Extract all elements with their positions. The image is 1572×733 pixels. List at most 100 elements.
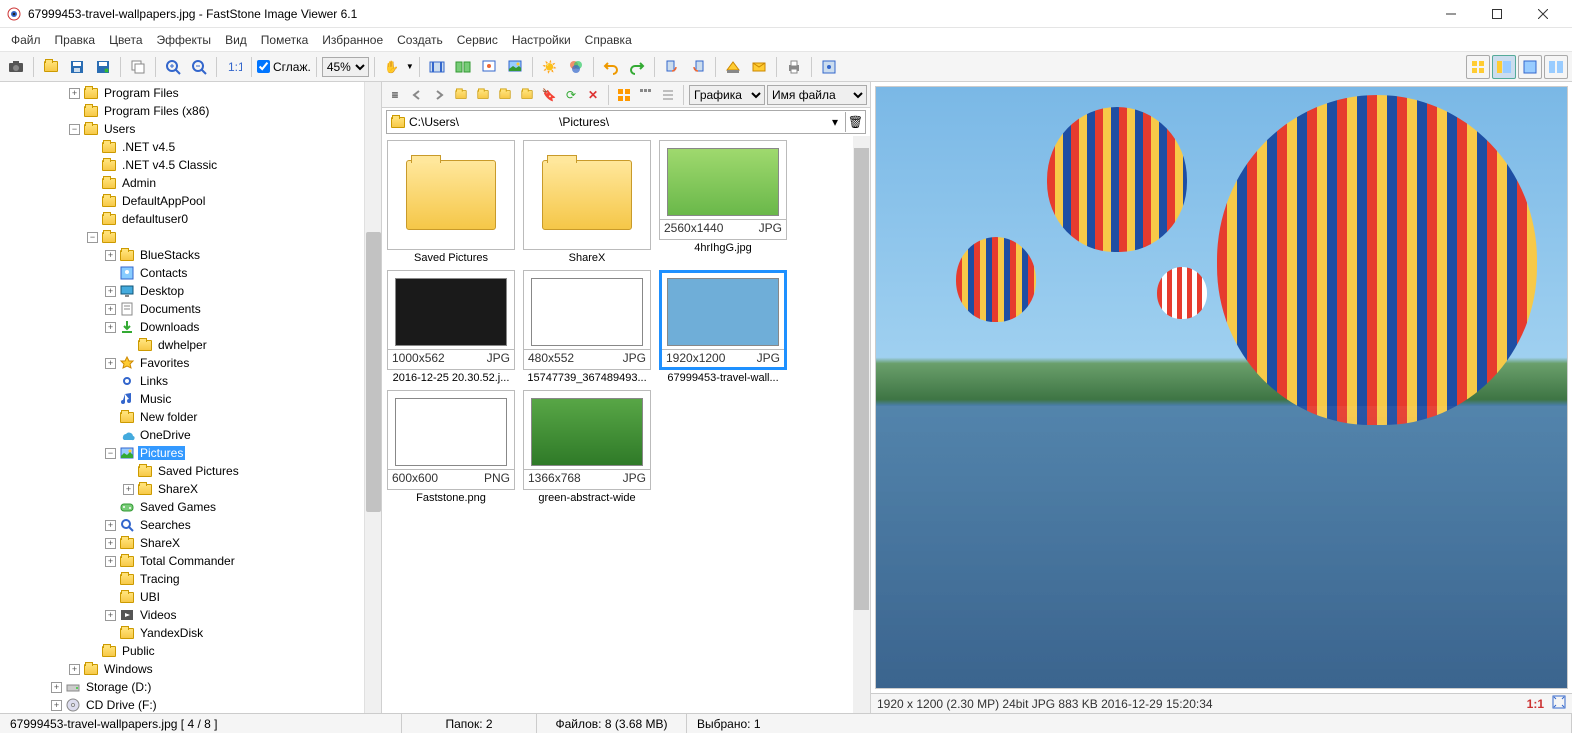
menu-избранное[interactable]: Избранное <box>315 30 390 50</box>
thumbnail-card[interactable]: ShareX <box>522 140 652 264</box>
thumbnail-card[interactable]: 600x600PNGFaststone.png <box>386 390 516 504</box>
effects-icon[interactable]: ☀️ <box>538 55 562 79</box>
rotate-left-icon[interactable] <box>660 55 684 79</box>
delete-icon[interactable]: ✕ <box>583 85 603 105</box>
open-icon[interactable] <box>39 55 63 79</box>
fit-icon[interactable] <box>1552 695 1566 712</box>
tree-node[interactable]: UBI <box>0 588 381 606</box>
slideshow-icon[interactable] <box>425 55 449 79</box>
thumbnail-card[interactable]: 1366x768JPGgreen-abstract-wide <box>522 390 652 504</box>
tree-scrollbar[interactable] <box>364 82 381 713</box>
menu-сервис[interactable]: Сервис <box>450 30 505 50</box>
menu-справка[interactable]: Справка <box>578 30 639 50</box>
tree-node[interactable]: Public <box>0 642 381 660</box>
folder-up-icon[interactable] <box>451 85 471 105</box>
preview-image[interactable] <box>875 86 1568 689</box>
tree-node[interactable]: New folder <box>0 408 381 426</box>
tree-node[interactable]: YandexDisk <box>0 624 381 642</box>
tree-node[interactable]: +Favorites <box>0 354 381 372</box>
tree-node[interactable]: +Videos <box>0 606 381 624</box>
tree-node[interactable]: Contacts <box>0 264 381 282</box>
thumbs-scrollbar[interactable] <box>853 136 870 713</box>
path-dropdown-icon[interactable]: ▾ <box>825 112 845 132</box>
tree-node[interactable]: Admin <box>0 174 381 192</box>
tree-node[interactable]: Saved Pictures <box>0 462 381 480</box>
ratio-label[interactable]: 1:1 <box>1527 697 1544 711</box>
menu-пометка[interactable]: Пометка <box>254 30 316 50</box>
copy-icon[interactable] <box>126 55 150 79</box>
tree-node[interactable]: +ShareX <box>0 534 381 552</box>
settings-icon[interactable] <box>817 55 841 79</box>
tree-node[interactable]: +Program Files <box>0 84 381 102</box>
close-button[interactable] <box>1520 0 1566 28</box>
tree-node[interactable]: Program Files (x86) <box>0 102 381 120</box>
thumbnail-card[interactable]: 1000x562JPG2016-12-25 20.30.52.j... <box>386 270 516 384</box>
acquire-icon[interactable] <box>4 55 28 79</box>
tree-node[interactable]: −Users <box>0 120 381 138</box>
tag-icon[interactable]: 🔖 <box>539 85 559 105</box>
view-full-icon[interactable] <box>1518 55 1542 79</box>
tree-node[interactable]: +Total Commander <box>0 552 381 570</box>
tree-node[interactable]: OneDrive <box>0 426 381 444</box>
nav-forward-icon[interactable] <box>429 85 449 105</box>
zoom-out-icon[interactable] <box>187 55 211 79</box>
save-icon[interactable] <box>65 55 89 79</box>
zoom-select[interactable]: 45% <box>322 57 369 77</box>
tree-node[interactable]: Saved Games <box>0 498 381 516</box>
tree-node[interactable]: +Documents <box>0 300 381 318</box>
nav-back-icon[interactable] <box>407 85 427 105</box>
filter-select[interactable]: Графика <box>689 85 765 105</box>
view-list-icon[interactable] <box>658 85 678 105</box>
tree-node[interactable]: − <box>0 228 381 246</box>
tree-node[interactable]: defaultuser0 <box>0 210 381 228</box>
tree-node[interactable]: Tracing <box>0 570 381 588</box>
thumbnail-card[interactable]: 1920x1200JPG67999453-travel-wall... <box>658 270 788 384</box>
tree-node[interactable]: +Windows <box>0 660 381 678</box>
menu-файл[interactable]: Файл <box>4 30 48 50</box>
thumbnail-card[interactable]: Saved Pictures <box>386 140 516 264</box>
menu-создать[interactable]: Создать <box>390 30 450 50</box>
trash-icon[interactable]: 🗑 <box>845 112 865 132</box>
colors-icon[interactable] <box>564 55 588 79</box>
view-thumbs-icon[interactable] <box>1466 55 1490 79</box>
view-small-icon[interactable] <box>636 85 656 105</box>
smooth-checkbox[interactable]: Сглаж. <box>257 60 311 74</box>
path-bar[interactable]: C:\Users\\Pictures\ ▾ 🗑 <box>386 110 866 134</box>
tree-node[interactable]: +Searches <box>0 516 381 534</box>
menu-цвета[interactable]: Цвета <box>102 30 149 50</box>
redo-icon[interactable] <box>625 55 649 79</box>
tree-node[interactable]: Music <box>0 390 381 408</box>
refresh-icon[interactable]: ⟳ <box>561 85 581 105</box>
tree-node[interactable]: +BlueStacks <box>0 246 381 264</box>
screen-capture-icon[interactable] <box>477 55 501 79</box>
tree-node[interactable]: DefaultAppPool <box>0 192 381 210</box>
actual-size-icon[interactable]: 1:1 <box>222 55 246 79</box>
menu-эффекты[interactable]: Эффекты <box>150 30 219 50</box>
compare-icon[interactable] <box>451 55 475 79</box>
tree-node[interactable]: +Downloads <box>0 318 381 336</box>
minimize-button[interactable] <box>1428 0 1474 28</box>
tree-node[interactable]: +CD Drive (F:) <box>0 696 381 713</box>
hand-icon[interactable]: ✋ <box>380 55 404 79</box>
folder-tree[interactable]: +Program FilesProgram Files (x86)−Users.… <box>0 82 382 713</box>
tree-node[interactable]: .NET v4.5 <box>0 138 381 156</box>
folder-new-icon[interactable] <box>473 85 493 105</box>
menu-правка[interactable]: Правка <box>48 30 103 50</box>
sort-select[interactable]: Имя файла <box>767 85 867 105</box>
save-as-icon[interactable] <box>91 55 115 79</box>
zoom-in-icon[interactable] <box>161 55 185 79</box>
tree-node[interactable]: +ShareX <box>0 480 381 498</box>
wallpaper-icon[interactable] <box>503 55 527 79</box>
undo-icon[interactable] <box>599 55 623 79</box>
view-large-icon[interactable] <box>614 85 634 105</box>
print-icon[interactable] <box>782 55 806 79</box>
thumbnail-card[interactable]: 2560x1440JPG4hrIhgG.jpg <box>658 140 788 264</box>
folder-fav-icon[interactable] <box>495 85 515 105</box>
tree-node[interactable]: −Pictures <box>0 444 381 462</box>
scanner-icon[interactable] <box>721 55 745 79</box>
tree-node[interactable]: .NET v4.5 Classic <box>0 156 381 174</box>
menu-настройки[interactable]: Настройки <box>505 30 578 50</box>
maximize-button[interactable] <box>1474 0 1520 28</box>
view-dual-icon[interactable] <box>1544 55 1568 79</box>
rotate-right-icon[interactable] <box>686 55 710 79</box>
